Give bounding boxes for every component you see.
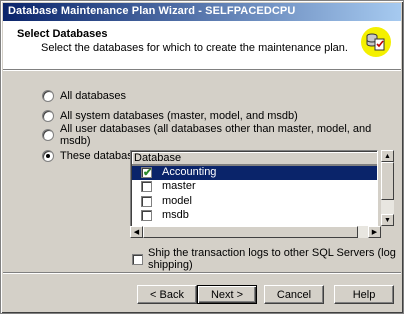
database-listbox[interactable]: Database ✔ Accounting master model msdb: [130, 150, 378, 238]
window-title: Database Maintenance Plan Wizard - SELFP…: [8, 5, 296, 17]
wizard-window: Database Maintenance Plan Wizard - SELFP…: [0, 0, 404, 314]
radio-all-databases[interactable]: All databases: [42, 89, 126, 103]
scroll-up-arrow-icon[interactable]: ▲: [381, 150, 394, 162]
radio-label-system-databases: All system databases (master, model, and…: [60, 110, 298, 122]
vertical-scroll-thumb[interactable]: [381, 162, 394, 200]
title-bar[interactable]: Database Maintenance Plan Wizard - SELFP…: [3, 3, 401, 21]
radio-button[interactable]: [42, 110, 54, 122]
database-check-icon: [361, 27, 391, 57]
database-name: msdb: [162, 209, 189, 221]
column-header-label: Database: [134, 152, 182, 164]
horizontal-scrollbar[interactable]: ◀ ▶: [130, 226, 381, 238]
list-item[interactable]: master: [132, 180, 377, 194]
list-item[interactable]: msdb: [132, 209, 377, 223]
radio-button-selected[interactable]: [42, 150, 54, 162]
log-shipping-option[interactable]: Ship the transaction logs to other SQL S…: [132, 247, 403, 271]
row-checkbox[interactable]: [141, 196, 152, 207]
list-item[interactable]: ✔ Accounting: [132, 166, 377, 180]
radio-user-databases[interactable]: All user databases (all databases other …: [42, 123, 403, 147]
cancel-button[interactable]: Cancel: [264, 285, 324, 304]
page-title: Select Databases: [17, 28, 108, 40]
page-subtitle: Select the databases for which to create…: [41, 42, 348, 54]
checkmark-icon: ✔: [143, 167, 153, 179]
scroll-down-arrow-icon[interactable]: ▼: [381, 214, 394, 226]
log-shipping-label: Ship the transaction logs to other SQL S…: [148, 247, 396, 271]
vertical-scrollbar[interactable]: ▲ ▼: [381, 150, 394, 226]
database-name: model: [162, 195, 192, 207]
column-header-database[interactable]: Database: [132, 152, 377, 166]
back-button[interactable]: < Back: [137, 285, 197, 304]
radio-label-all-databases: All databases: [60, 90, 127, 102]
scroll-left-arrow-icon[interactable]: ◀: [130, 226, 143, 238]
list-item[interactable]: model: [132, 195, 377, 209]
log-shipping-checkbox[interactable]: [132, 253, 143, 265]
header-panel: Select Databases Select the databases fo…: [3, 21, 401, 70]
footer-divider-highlight: [3, 273, 401, 274]
radio-button[interactable]: [42, 90, 54, 102]
radio-label-user-databases: All user databases (all databases other …: [60, 123, 372, 147]
database-name: Accounting: [162, 166, 217, 178]
help-button[interactable]: Help: [334, 285, 394, 304]
next-button[interactable]: Next >: [197, 285, 257, 304]
row-checkbox[interactable]: [141, 210, 152, 221]
horizontal-scroll-thumb[interactable]: [143, 226, 358, 238]
database-name: master: [162, 180, 196, 192]
row-checkbox[interactable]: [141, 181, 152, 192]
radio-button[interactable]: [42, 129, 54, 141]
header-divider: [3, 70, 401, 71]
scroll-right-arrow-icon[interactable]: ▶: [368, 226, 381, 238]
row-checkbox[interactable]: ✔: [141, 167, 153, 179]
radio-system-databases[interactable]: All system databases (master, model, and…: [42, 109, 298, 123]
